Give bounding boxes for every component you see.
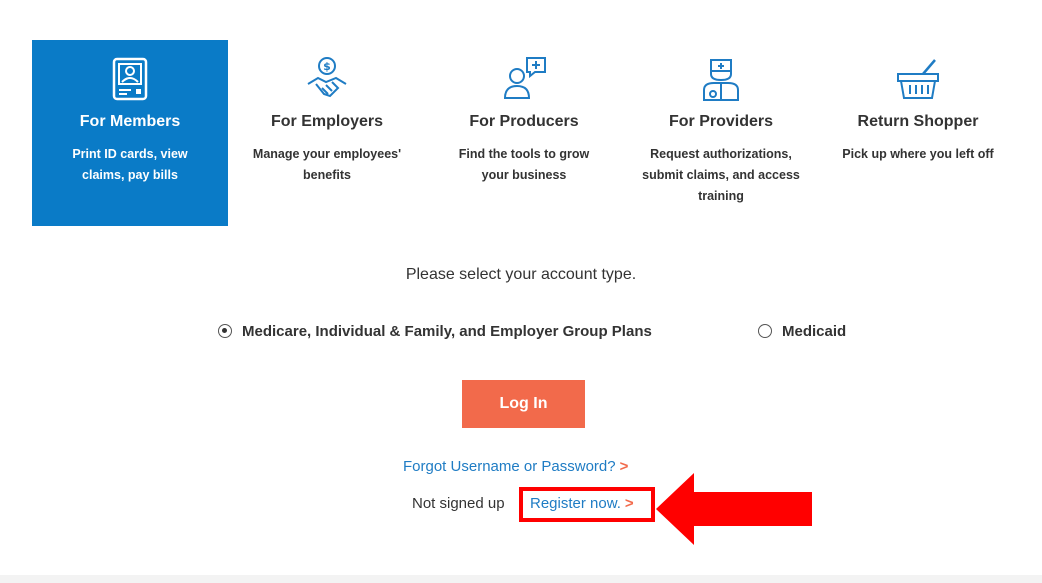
forgot-credentials-link[interactable]: Forgot Username or Password? > <box>403 458 628 475</box>
login-button[interactable]: Log In <box>462 380 585 428</box>
handshake-dollar-icon: $ <box>307 57 347 98</box>
member-id-card-icon <box>112 57 148 101</box>
forgot-link-text[interactable]: Forgot Username or Password? <box>403 458 616 475</box>
radio-label: Medicaid <box>782 322 847 340</box>
tile-title: For Employers <box>270 113 384 130</box>
annotation-highlight-box <box>519 487 655 522</box>
tile-description: Find the tools to grow your business <box>458 147 590 182</box>
tile-title: Return Shopper <box>857 113 979 130</box>
tile-for-producers[interactable]: For Producers Find the tools to grow you… <box>426 40 622 226</box>
person-chat-plus-icon <box>503 57 546 99</box>
tile-description: Request authorizations, submit claims, a… <box>642 147 800 203</box>
tile-return-shopper[interactable]: Return Shopper Pick up where you left of… <box>820 40 1016 226</box>
tile-for-employers[interactable]: $ For Employers Manage your employees' b… <box>229 40 425 226</box>
tile-description: Manage your employees' benefits <box>252 147 402 182</box>
tile-title: For Producers <box>469 113 579 130</box>
radio-unselected-icon[interactable] <box>758 324 772 338</box>
chevron-right-icon: > <box>619 458 629 475</box>
tile-description: Print ID cards, view claims, pay bills <box>72 147 188 182</box>
audience-tiles: For Members Print ID cards, view claims,… <box>0 0 1042 230</box>
radio-label: Medicare, Individual & Family, and Emplo… <box>242 322 652 340</box>
radio-selected-icon[interactable] <box>218 324 232 338</box>
tile-for-members[interactable]: For Members Print ID cards, view claims,… <box>32 40 228 226</box>
shopping-basket-icon <box>897 59 939 99</box>
svg-text:$: $ <box>323 60 331 73</box>
radio-medicare-individual-employer[interactable]: Medicare, Individual & Family, and Emplo… <box>218 320 652 342</box>
account-type-prompt: Please select your account type. <box>405 266 637 283</box>
doctor-icon <box>703 59 739 101</box>
tile-title: For Members <box>79 113 181 130</box>
tile-for-providers[interactable]: For Providers Request authorizations, su… <box>623 40 819 226</box>
signup-prompt-text: Not signed up <box>412 495 505 512</box>
radio-medicaid[interactable]: Medicaid <box>758 320 846 342</box>
tile-title: For Providers <box>668 113 774 130</box>
footer-bar <box>0 575 1042 583</box>
annotation-arrow-icon <box>656 473 812 545</box>
tile-description: Pick up where you left off <box>842 147 994 161</box>
